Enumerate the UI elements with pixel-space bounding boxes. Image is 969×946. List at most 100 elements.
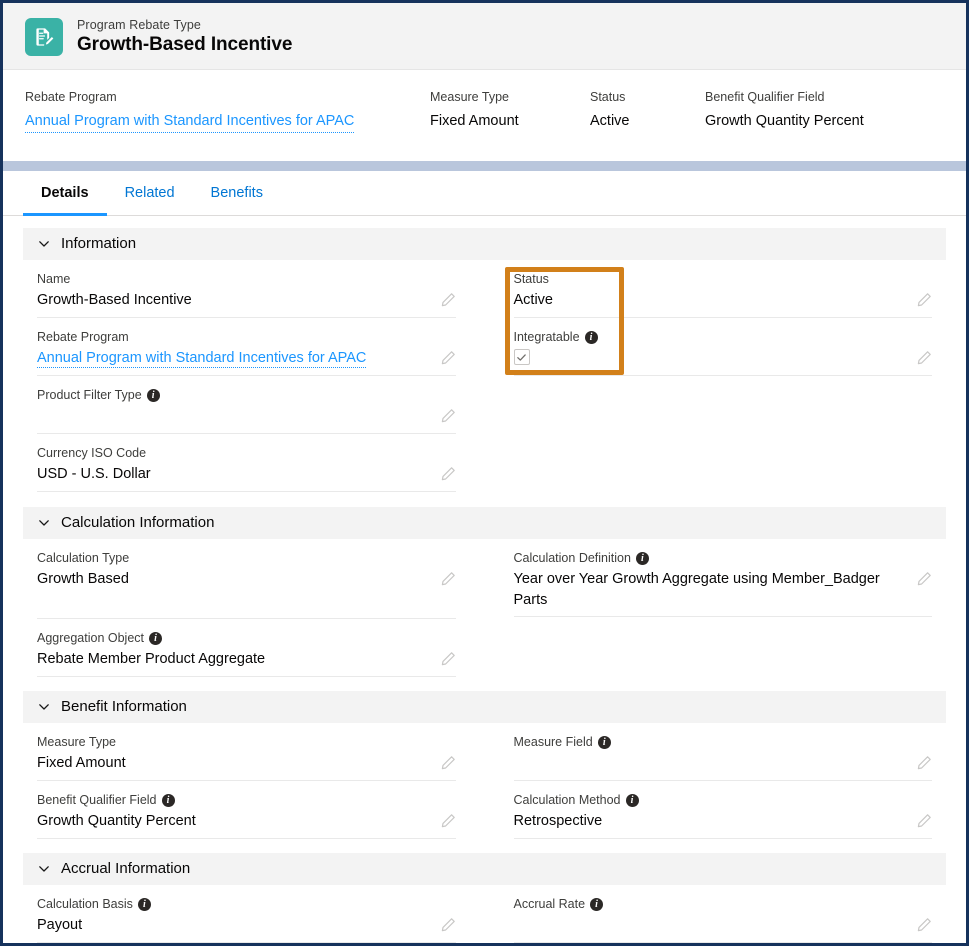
field-product-filter-type: Product Filter Type i bbox=[37, 376, 456, 434]
field-value: Payout bbox=[37, 917, 83, 933]
panel-divider bbox=[3, 161, 966, 171]
info-icon[interactable]: i bbox=[584, 331, 598, 344]
field-accrual-rate: Accrual Rate i bbox=[513, 885, 932, 943]
tab-related[interactable]: Related bbox=[107, 171, 193, 215]
field-label: Calculation Definition bbox=[513, 551, 631, 565]
field-label: Measure Type bbox=[37, 735, 116, 749]
integratable-checkbox[interactable] bbox=[513, 349, 530, 365]
field-value: Active bbox=[513, 292, 554, 308]
section-header-accrual-information[interactable]: Accrual Information bbox=[23, 853, 946, 885]
section-body-benefit-information: Measure Type Fixed Amount Benefit Qualif… bbox=[23, 723, 946, 839]
info-icon[interactable]: i bbox=[146, 389, 160, 402]
column-right: Calculation Definition i Year over Year … bbox=[513, 539, 932, 677]
field-measure-type: Measure Type Fixed Amount bbox=[37, 723, 456, 781]
document-edit-icon bbox=[25, 18, 63, 56]
edit-pencil-icon[interactable] bbox=[440, 350, 456, 366]
edit-pencil-icon[interactable] bbox=[440, 917, 456, 933]
chevron-down-icon bbox=[37, 237, 51, 251]
field-label: Rebate Program bbox=[37, 330, 129, 344]
section-body-accrual-information: Calculation Basis i Payout Accrual Rate … bbox=[23, 885, 946, 943]
field-label: Name bbox=[37, 272, 71, 286]
highlight-label: Rebate Program bbox=[25, 90, 117, 104]
highlight-value: Active bbox=[590, 113, 630, 129]
edit-pencil-icon[interactable] bbox=[916, 755, 932, 771]
highlight-label: Measure Type bbox=[430, 90, 509, 104]
section-header-calculation-information[interactable]: Calculation Information bbox=[23, 507, 946, 539]
field-value: Growth Quantity Percent bbox=[37, 813, 196, 829]
field-label: Accrual Rate bbox=[513, 897, 586, 911]
edit-pencil-icon[interactable] bbox=[916, 813, 932, 829]
field-label: Calculation Method bbox=[513, 793, 621, 807]
highlight-label: Status bbox=[590, 90, 626, 104]
edit-pencil-icon[interactable] bbox=[440, 813, 456, 829]
edit-pencil-icon[interactable] bbox=[440, 651, 456, 667]
field-rebate-program: Rebate Program Annual Program with Stand… bbox=[37, 318, 456, 376]
rebate-program-link[interactable]: Annual Program with Standard Incentives … bbox=[25, 111, 355, 133]
highlight-measure-type: Measure Type Fixed Amount bbox=[430, 88, 590, 133]
column-left: Calculation Basis i Payout bbox=[37, 885, 456, 943]
column-right: Measure Field i Calculation Method i Ret… bbox=[513, 723, 932, 839]
edit-pencil-icon[interactable] bbox=[440, 755, 456, 771]
field-value: Rebate Member Product Aggregate bbox=[37, 651, 266, 667]
info-icon[interactable]: i bbox=[137, 898, 151, 911]
field-value: Growth-Based Incentive bbox=[37, 292, 192, 308]
field-label: Measure Field bbox=[513, 735, 593, 749]
field-value: USD - U.S. Dollar bbox=[37, 466, 151, 482]
field-label: Product Filter Type bbox=[37, 388, 142, 402]
field-value: Year over Year Growth Aggregate using Me… bbox=[513, 571, 880, 608]
column-left: Calculation Type Growth Based Aggregatio… bbox=[37, 539, 456, 677]
edit-pencil-icon[interactable] bbox=[440, 466, 456, 482]
field-label: Aggregation Object bbox=[37, 631, 145, 645]
chevron-down-icon bbox=[37, 516, 51, 530]
highlight-label: Benefit Qualifier Field bbox=[705, 90, 825, 104]
edit-pencil-icon[interactable] bbox=[440, 408, 456, 424]
edit-pencil-icon[interactable] bbox=[916, 571, 932, 587]
highlight-rebate-program: Rebate Program Annual Program with Stand… bbox=[25, 88, 430, 133]
section-title: Calculation Information bbox=[61, 514, 215, 531]
highlight-status: Status Active bbox=[590, 88, 705, 133]
info-icon[interactable]: i bbox=[149, 632, 163, 645]
field-integratable: Integratable i bbox=[513, 318, 932, 376]
highlight-value: Growth Quantity Percent bbox=[705, 113, 864, 129]
section-header-information[interactable]: Information bbox=[23, 228, 946, 260]
info-icon[interactable]: i bbox=[635, 552, 649, 565]
highlight-benefit-qualifier-field: Benefit Qualifier Field Growth Quantity … bbox=[705, 88, 935, 133]
tab-benefits[interactable]: Benefits bbox=[193, 171, 281, 215]
field-label: Calculation Basis bbox=[37, 897, 133, 911]
field-currency-iso-code: Currency ISO Code USD - U.S. Dollar bbox=[37, 434, 456, 492]
field-label: Calculation Type bbox=[37, 551, 130, 565]
edit-pencil-icon[interactable] bbox=[440, 571, 456, 587]
info-icon[interactable]: i bbox=[161, 794, 175, 807]
edit-pencil-icon[interactable] bbox=[916, 917, 932, 933]
field-value: Retrospective bbox=[513, 813, 603, 829]
details-tab-panel: Information Name Growth-Based Incentive bbox=[3, 216, 966, 943]
section-body-information: Name Growth-Based Incentive Rebate Progr… bbox=[23, 260, 946, 492]
field-label: Status bbox=[513, 272, 549, 286]
field-value bbox=[37, 406, 432, 429]
edit-pencil-icon[interactable] bbox=[440, 292, 456, 308]
chevron-down-icon bbox=[37, 700, 51, 714]
info-icon[interactable]: i bbox=[590, 898, 604, 911]
field-name: Name Growth-Based Incentive bbox=[37, 260, 456, 318]
chevron-down-icon bbox=[37, 862, 51, 876]
column-right: Status Active Integratable i bbox=[513, 260, 932, 492]
info-icon[interactable]: i bbox=[625, 794, 639, 807]
section-title: Information bbox=[61, 235, 137, 252]
field-value: Fixed Amount bbox=[37, 755, 126, 771]
field-label: Benefit Qualifier Field bbox=[37, 793, 157, 807]
info-icon[interactable]: i bbox=[597, 736, 611, 749]
tab-bar: Details Related Benefits bbox=[3, 171, 966, 216]
rebate-program-detail-link[interactable]: Annual Program with Standard Incentives … bbox=[37, 350, 367, 368]
section-header-benefit-information[interactable]: Benefit Information bbox=[23, 691, 946, 723]
field-calculation-type: Calculation Type Growth Based bbox=[37, 539, 456, 619]
page-title: Growth-Based Incentive bbox=[77, 34, 293, 55]
record-page: Program Rebate Type Growth-Based Incenti… bbox=[0, 0, 969, 946]
edit-pencil-icon[interactable] bbox=[916, 292, 932, 308]
column-right: Accrual Rate i bbox=[513, 885, 932, 943]
section-title: Accrual Information bbox=[61, 860, 191, 877]
tab-details[interactable]: Details bbox=[23, 171, 107, 216]
edit-pencil-icon[interactable] bbox=[916, 350, 932, 366]
field-calculation-basis: Calculation Basis i Payout bbox=[37, 885, 456, 943]
field-aggregation-object: Aggregation Object i Rebate Member Produ… bbox=[37, 619, 456, 677]
field-value: Growth Based bbox=[37, 571, 129, 587]
